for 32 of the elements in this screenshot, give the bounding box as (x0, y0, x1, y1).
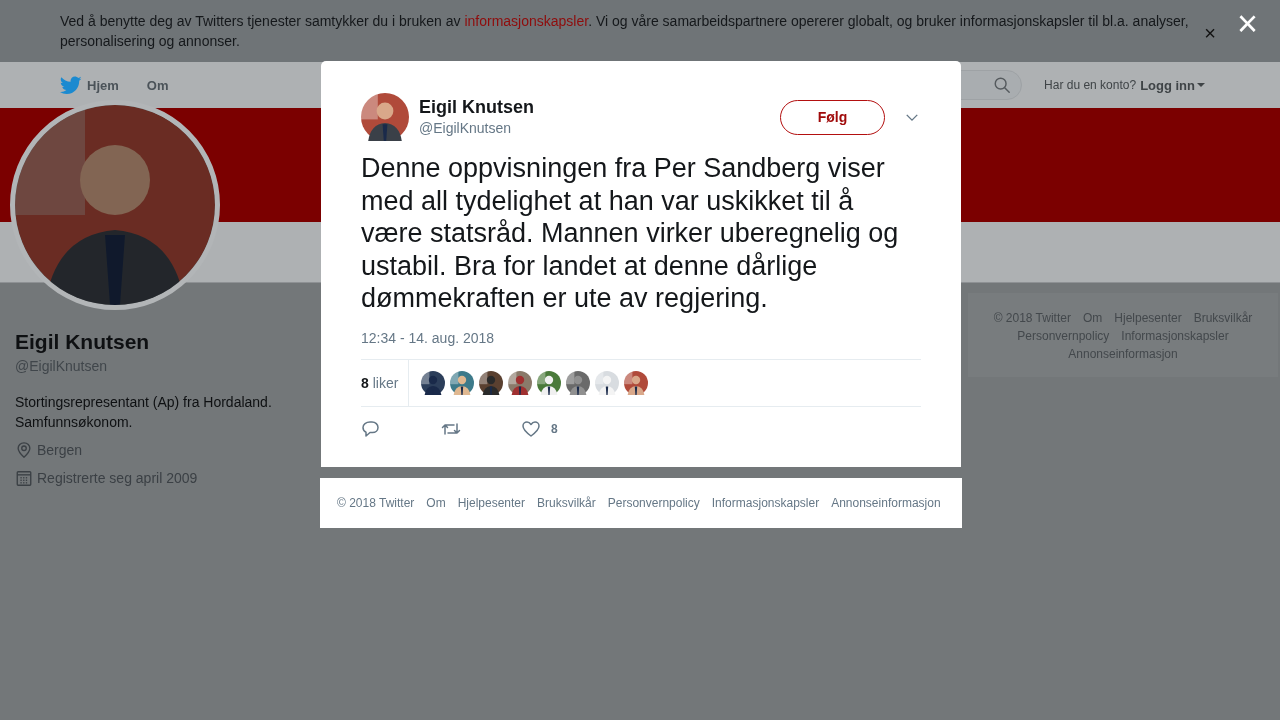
cookie-notice-text: Ved å benytte deg av Twitters tjenester samtykker du i bruken av informasjonskapsler. Vi og våre samarbeidspartnere opererer globalt, og bruker informasjonskapsler til bl.a. analyser, personalisering og annonser. (60, 12, 1190, 51)
search-icon (993, 76, 1012, 94)
profile-joined-date: Registrerte seg april 2009 (37, 469, 198, 488)
footer-link[interactable]: Personvernpolicy (607, 496, 700, 510)
tweet-text: Denne oppvisningen fra Per Sandberg viser med all tydelighet at han var uskikket til å være statsråd. Mannen virker uberegnelig og ustabil. Bra for landet at denne dårlige dømmekraften er ute av regjering. (361, 152, 900, 315)
author-handle: @EigilKnutsen (419, 119, 513, 138)
like-button[interactable]: 8 (521, 418, 601, 439)
footer-link[interactable]: Hjelpesenter (457, 496, 526, 510)
author-name: Eigil Knutsen (419, 96, 535, 118)
heart-icon (521, 418, 541, 439)
location-pin-icon (15, 441, 33, 459)
profile-name: Eigil Knutsen (15, 329, 151, 355)
close-button[interactable]: × (1236, 8, 1258, 40)
profile-bio: Stortingsrepresentant (Ap) fra Hordaland. Samfunnsøkonom. (15, 393, 273, 432)
follow-button[interactable]: Følg (780, 99, 885, 135)
bird-icon (60, 75, 82, 95)
calendar-icon (15, 469, 33, 487)
nav-link[interactable]: Hjem (60, 75, 119, 95)
login-prompt: Har du en konto? (1044, 78, 1137, 92)
footer-link[interactable]: Bruksvilkår (537, 496, 596, 510)
nav-link[interactable]: Om (146, 77, 169, 93)
footer-link[interactable]: Om (426, 496, 446, 510)
close-button[interactable]: × (1200, 23, 1220, 43)
login-link[interactable]: Logg inn (1140, 77, 1205, 93)
profile-location: Bergen (37, 441, 83, 460)
footer-link[interactable]: Informasjonskapsler (711, 496, 820, 510)
footer-link[interactable]: Annonseinformasjon (831, 496, 941, 510)
copyright-text: © 2018 Twitter (337, 496, 415, 510)
likes-count[interactable]: 8 liker (361, 359, 410, 406)
chevron-down-icon (905, 112, 919, 122)
tweet-timestamp: 12:34 - 14. aug. 2018 (361, 328, 496, 348)
reply-icon (361, 418, 381, 439)
